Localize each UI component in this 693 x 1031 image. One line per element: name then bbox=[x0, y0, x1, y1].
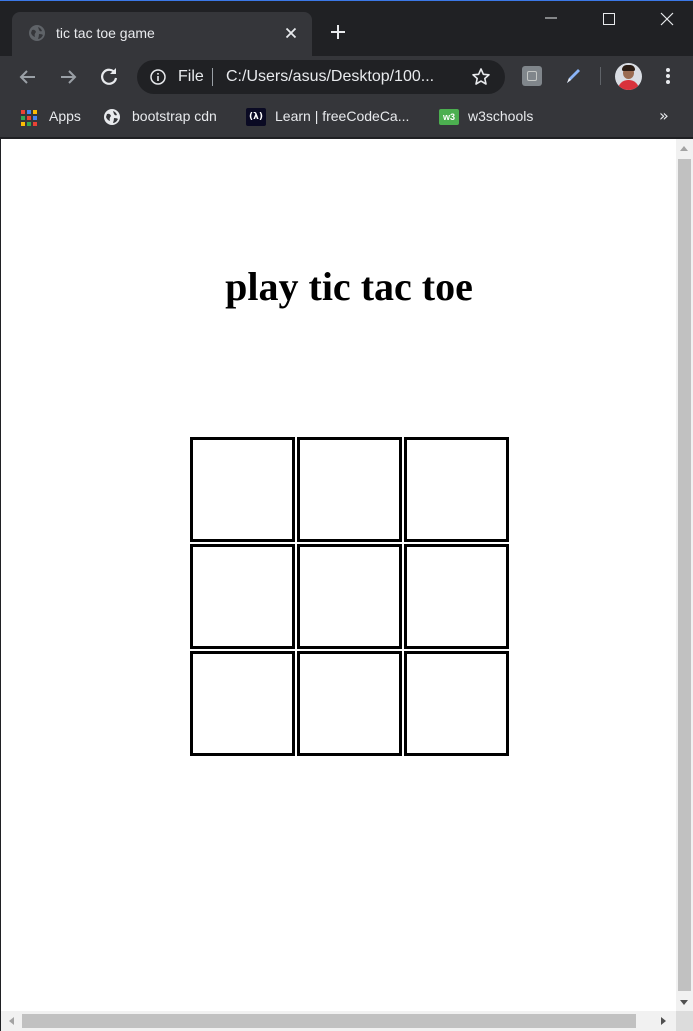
scrollbar-corner bbox=[676, 1011, 693, 1031]
info-icon[interactable] bbox=[150, 69, 166, 85]
horizontal-scroll-thumb[interactable] bbox=[22, 1014, 636, 1028]
apps-grid-icon bbox=[20, 108, 38, 126]
board-cell[interactable] bbox=[190, 651, 295, 756]
scroll-down-arrow-icon[interactable] bbox=[680, 1000, 688, 1005]
address-bar[interactable]: File C:/Users/asus/Desktop/100... bbox=[137, 60, 505, 94]
avatar-hair bbox=[622, 65, 635, 71]
extension-glyph bbox=[527, 71, 537, 81]
horizontal-scrollbar[interactable] bbox=[1, 1011, 676, 1031]
board-cell[interactable] bbox=[297, 651, 402, 756]
toolbar-divider bbox=[600, 67, 601, 85]
board-cell[interactable] bbox=[190, 544, 295, 649]
tab-active[interactable]: tic tac toe game bbox=[12, 12, 312, 56]
board-cell[interactable] bbox=[404, 651, 509, 756]
board-cell[interactable] bbox=[297, 544, 402, 649]
board-cell[interactable] bbox=[190, 437, 295, 542]
omnibox-divider bbox=[212, 68, 213, 86]
url-scheme-label: File bbox=[178, 68, 204, 85]
freecodecamp-icon: (λ) bbox=[246, 108, 266, 126]
tab-title: tic tac toe game bbox=[56, 25, 155, 41]
game-board bbox=[190, 437, 509, 756]
board-cell[interactable] bbox=[297, 437, 402, 542]
bookmarks-bar: Apps bootstrap cdn (λ) Learn | freeCodeC… bbox=[0, 98, 693, 138]
bookmark-label: Apps bbox=[49, 108, 81, 124]
globe-icon bbox=[28, 24, 46, 42]
w3schools-icon: w3 bbox=[439, 108, 459, 126]
more-bookmarks-chevron[interactable]: » bbox=[659, 106, 669, 125]
window-accent-line bbox=[0, 0, 693, 1]
forward-arrow-icon[interactable] bbox=[55, 64, 81, 90]
minimize-icon[interactable] bbox=[522, 8, 580, 32]
bookmark-label: Learn | freeCodeCa... bbox=[275, 108, 410, 124]
scroll-up-arrow-icon[interactable] bbox=[680, 146, 688, 151]
reload-icon[interactable] bbox=[96, 64, 122, 90]
extension-icon[interactable] bbox=[522, 66, 542, 86]
bookmark-label: w3schools bbox=[468, 108, 534, 124]
url-text[interactable]: C:/Users/asus/Desktop/100... bbox=[226, 68, 434, 86]
plus-icon[interactable] bbox=[326, 20, 350, 44]
browser-toolbar: File C:/Users/asus/Desktop/100... bbox=[0, 56, 693, 98]
bookmark-label: bootstrap cdn bbox=[132, 108, 217, 124]
avatar-shirt bbox=[618, 80, 639, 90]
window-close-icon[interactable] bbox=[638, 8, 693, 32]
globe-icon bbox=[103, 108, 121, 126]
board-cell[interactable] bbox=[404, 544, 509, 649]
page-viewport: play tic tac toe bbox=[0, 139, 693, 1031]
board-cell[interactable] bbox=[404, 437, 509, 542]
tab-strip: tic tac toe game bbox=[0, 0, 693, 56]
page-title: play tic tac toe bbox=[225, 264, 473, 309]
scroll-right-arrow-icon[interactable] bbox=[661, 1017, 666, 1025]
vertical-scrollbar[interactable] bbox=[676, 139, 693, 1011]
scroll-left-arrow-icon[interactable] bbox=[9, 1017, 14, 1025]
vertical-scroll-thumb[interactable] bbox=[678, 159, 691, 991]
maximize-icon[interactable] bbox=[580, 8, 638, 32]
back-arrow-icon[interactable] bbox=[15, 64, 41, 90]
star-icon[interactable] bbox=[471, 67, 491, 87]
more-vert-icon[interactable] bbox=[660, 66, 676, 86]
pen-icon[interactable] bbox=[561, 64, 585, 88]
avatar[interactable] bbox=[615, 63, 642, 90]
close-icon[interactable] bbox=[282, 24, 300, 42]
